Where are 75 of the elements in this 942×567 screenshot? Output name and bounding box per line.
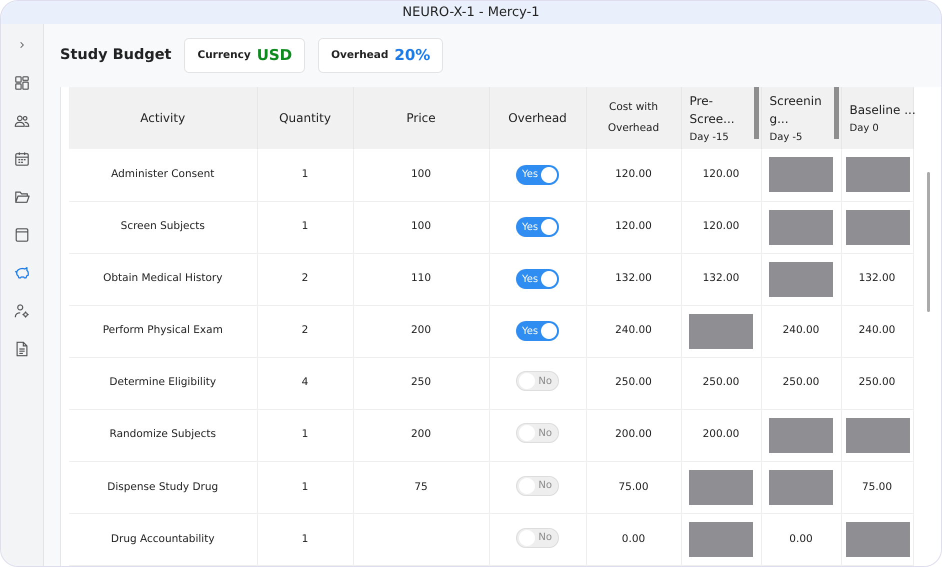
visit-day: Day -15 <box>690 130 729 144</box>
table-cell: 75.00 <box>862 480 892 493</box>
table-cell: 100 <box>410 220 432 232</box>
table-cell: 120.00 <box>615 168 652 180</box>
table-cell: 250.00 <box>782 376 820 388</box>
visit-day: Day 0 <box>850 120 879 136</box>
chip-label: Overhead <box>331 48 388 63</box>
column-header: Cost with Overhead <box>606 100 660 136</box>
table-cell: Screen Subjects <box>120 220 205 232</box>
overhead-toggle[interactable]: Yes <box>516 164 559 185</box>
column-header: Quantity <box>279 111 331 125</box>
page-title: Study Budget <box>60 46 172 65</box>
table-cell: 0.00 <box>622 532 646 545</box>
visit-day: Day -5 <box>770 130 802 144</box>
chip-value: USD <box>256 45 292 66</box>
column-header: Price <box>406 111 436 125</box>
table-cell: 1 <box>302 532 308 545</box>
table-cell: 1 <box>302 480 308 493</box>
chip-value: 20% <box>394 45 430 66</box>
chip-label: Currency <box>197 48 251 63</box>
table-cell: 100 <box>410 168 432 180</box>
table-cell: 110 <box>410 272 432 284</box>
table-cell: 132.00 <box>858 272 896 284</box>
overhead-toggle[interactable]: No <box>516 371 559 392</box>
table-cell: 0.00 <box>789 532 813 545</box>
table-cell: 120.00 <box>702 220 740 232</box>
column-header: Activity <box>140 111 186 125</box>
table-cell: 1 <box>302 168 308 180</box>
window-title: NEURO-X-1 - Mercy-1 <box>1 1 941 24</box>
table-cell: 4 <box>302 376 308 388</box>
table-cell: 250 <box>410 376 432 388</box>
overhead-toggle[interactable]: Yes <box>516 217 559 238</box>
table-cell: 132.00 <box>702 272 740 284</box>
table-cell: 132.00 <box>615 272 652 284</box>
table-cell: Obtain Medical History <box>103 272 222 284</box>
table-cell: 1 <box>302 428 308 440</box>
resize-handle[interactable] <box>834 87 838 139</box>
table-cell: Dispense Study Drug <box>107 480 218 493</box>
table-cell: 75.00 <box>618 480 649 493</box>
table-cell: 250.00 <box>858 376 896 388</box>
table-cell: 2 <box>302 272 308 284</box>
overhead-toggle[interactable]: Yes <box>516 269 559 290</box>
table-cell: 240.00 <box>615 324 652 336</box>
table-cell: 200 <box>410 428 432 440</box>
scrollbar-thumb[interactable] <box>926 172 930 312</box>
table-cell: 200.00 <box>702 428 740 440</box>
overhead-toggle[interactable]: Yes <box>516 321 559 342</box>
calendar-icon[interactable] <box>13 150 31 168</box>
column-header: Screenin g... <box>770 92 822 128</box>
table-cell: Drug Accountability <box>110 532 215 545</box>
table-cell: Administer Consent <box>111 168 214 180</box>
table-cell: Perform Physical Exam <box>102 324 223 336</box>
overhead-toggle[interactable]: No <box>516 423 559 444</box>
table-cell: 2 <box>302 324 308 336</box>
table-cell: 1 <box>302 220 308 232</box>
column-header: Overhead <box>508 111 567 125</box>
archive-icon[interactable] <box>13 226 31 244</box>
table-cell: 120.00 <box>702 168 740 180</box>
overhead-toggle[interactable]: No <box>516 476 559 496</box>
table-cell: 240.00 <box>858 324 896 336</box>
table-cell: Determine Eligibility <box>109 376 216 388</box>
table-cell: Randomize Subjects <box>110 428 216 440</box>
user-gear-icon[interactable] <box>13 302 31 320</box>
table-cell: 200.00 <box>615 428 652 440</box>
table-cell: 250.00 <box>702 376 740 388</box>
column-header: Pre- Scree... <box>690 92 735 128</box>
table-cell: 120.00 <box>615 220 652 232</box>
dashboard-icon[interactable] <box>13 74 31 92</box>
table-cell: 200 <box>410 324 432 336</box>
table-cell: 240.00 <box>782 324 820 336</box>
column-header: Baseline ... <box>850 102 915 118</box>
overhead-toggle[interactable]: No <box>516 528 559 548</box>
resize-handle[interactable] <box>754 87 758 139</box>
table-cell: 75 <box>414 480 428 493</box>
table-cell: 250.00 <box>615 376 652 388</box>
